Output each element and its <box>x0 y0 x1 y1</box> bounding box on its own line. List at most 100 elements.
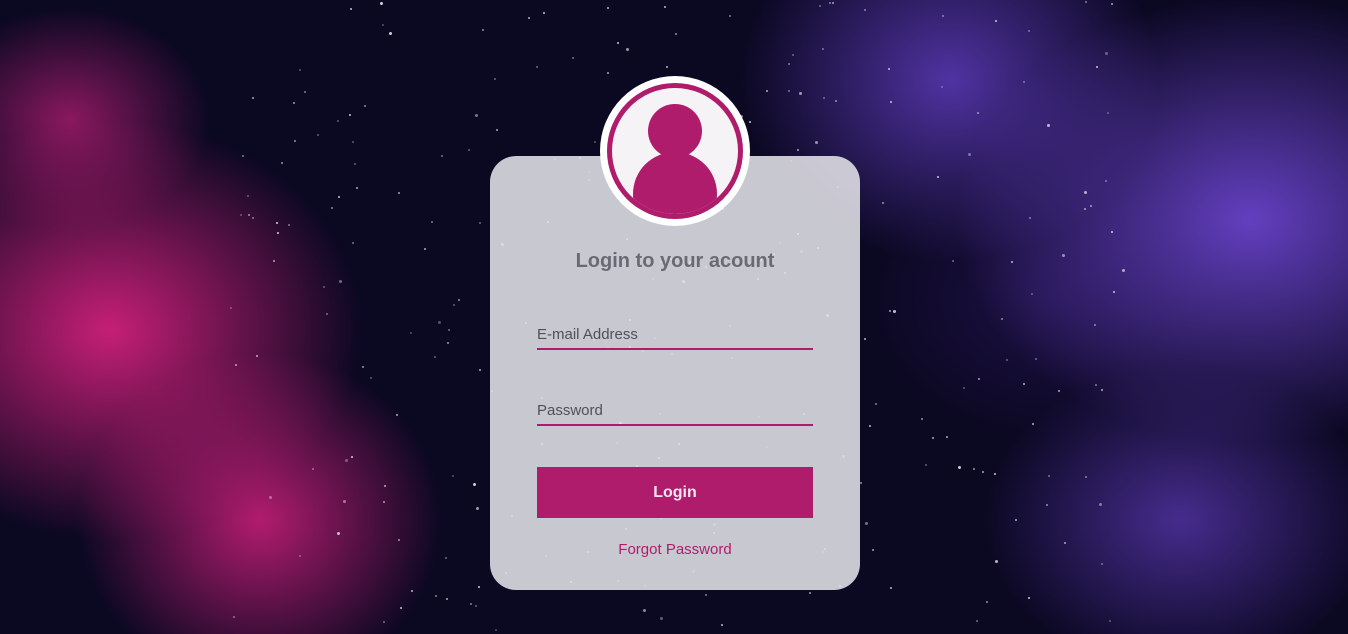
star-dot <box>348 113 351 116</box>
star-dot <box>887 68 890 71</box>
star-dot <box>729 15 732 18</box>
star-dot <box>473 482 477 486</box>
star-dot <box>275 221 278 224</box>
star-dot <box>381 23 384 26</box>
avatar-head <box>648 104 702 158</box>
star-dot <box>399 606 402 609</box>
star-dot <box>383 501 386 504</box>
avatar <box>600 76 750 226</box>
star-dot <box>1099 503 1103 507</box>
star-dot <box>423 247 426 250</box>
star-dot <box>337 532 341 536</box>
star-dot <box>626 47 630 51</box>
star-dot <box>606 7 609 10</box>
star-dot <box>452 475 455 478</box>
star-dot <box>1089 204 1092 207</box>
star-dot <box>1109 619 1112 622</box>
star-dot <box>535 66 538 68</box>
star-dot <box>251 97 254 100</box>
star-dot <box>293 101 296 104</box>
star-dot <box>434 595 437 598</box>
star-dot <box>446 342 449 345</box>
star-dot <box>1105 52 1109 56</box>
star-dot <box>287 224 290 227</box>
star-dot <box>338 279 342 283</box>
star-dot <box>973 468 976 471</box>
star-dot <box>352 141 355 144</box>
star-dot <box>986 600 989 603</box>
star-dot <box>822 97 825 100</box>
password-field[interactable] <box>537 396 813 426</box>
star-dot <box>871 549 874 552</box>
star-dot <box>230 306 233 309</box>
star-dot <box>864 9 867 12</box>
star-dot <box>467 149 470 152</box>
star-dot <box>1006 358 1009 361</box>
star-dot <box>311 467 314 470</box>
star-dot <box>1105 179 1108 182</box>
star-dot <box>352 241 355 244</box>
star-dot <box>594 140 597 143</box>
star-dot <box>478 368 481 371</box>
star-dot <box>981 470 984 473</box>
star-dot <box>337 195 340 198</box>
star-dot <box>294 139 297 142</box>
star-dot <box>705 594 708 597</box>
star-dot <box>1111 3 1114 6</box>
star-dot <box>252 216 255 219</box>
star-dot <box>272 259 275 262</box>
login-button[interactable]: Login <box>537 467 813 518</box>
star-dot <box>1084 191 1088 195</box>
star-dot <box>642 609 646 613</box>
star-dot <box>444 556 447 559</box>
star-dot <box>527 17 530 20</box>
star-dot <box>470 602 473 605</box>
star-dot <box>1112 291 1115 294</box>
star-dot <box>975 620 978 623</box>
star-dot <box>937 175 940 178</box>
star-dot <box>1031 423 1034 426</box>
star-dot <box>952 259 955 262</box>
star-dot <box>326 312 329 315</box>
star-dot <box>828 1 831 4</box>
star-dot <box>496 129 498 132</box>
star-dot <box>475 113 479 117</box>
avatar-body <box>633 152 717 214</box>
star-dot <box>1000 318 1003 321</box>
star-dot <box>410 332 413 335</box>
star-dot <box>363 105 366 108</box>
star-dot <box>1030 293 1033 296</box>
star-dot <box>1058 390 1061 393</box>
star-dot <box>1101 562 1104 565</box>
login-title: Login to your acount <box>575 250 775 272</box>
star-dot <box>818 4 821 7</box>
star-dot <box>383 620 386 623</box>
star-dot <box>397 191 400 194</box>
star-dot <box>821 48 824 51</box>
star-dot <box>448 328 451 331</box>
star-dot <box>1022 81 1025 84</box>
star-dot <box>240 214 243 217</box>
star-dot <box>247 214 250 217</box>
email-field[interactable] <box>537 320 813 350</box>
star-dot <box>493 77 496 80</box>
star-dot <box>892 309 896 313</box>
star-dot <box>1093 324 1096 327</box>
star-dot <box>356 187 359 190</box>
star-dot <box>369 376 372 379</box>
star-dot <box>796 149 799 152</box>
star-dot <box>993 473 996 476</box>
star-dot <box>787 89 790 92</box>
star-dot <box>864 337 867 340</box>
star-dot <box>477 586 480 589</box>
star-dot <box>995 560 999 563</box>
star-dot <box>336 119 339 122</box>
star-dot <box>607 72 610 75</box>
star-dot <box>1084 1 1087 4</box>
star-dot <box>932 436 935 439</box>
star-dot <box>1029 217 1032 220</box>
star-dot <box>411 590 414 593</box>
star-dot <box>834 99 837 102</box>
star-dot <box>1096 66 1099 69</box>
forgot-password-link[interactable]: Forgot Password <box>490 541 860 558</box>
